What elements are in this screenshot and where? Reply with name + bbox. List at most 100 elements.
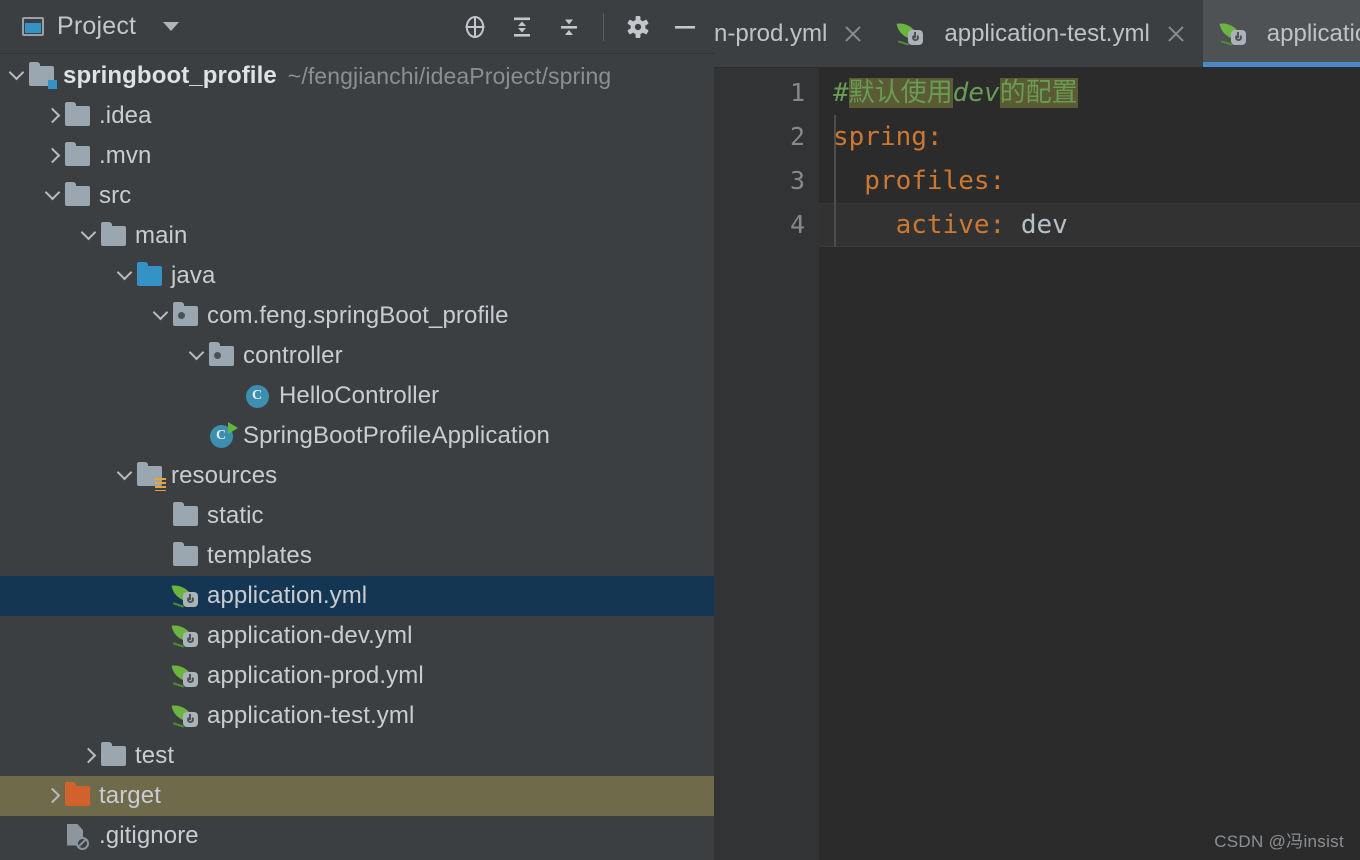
editor-tab-bar[interactable]: n-prod.yml application-test.yml applicatio…	[714, 0, 1360, 68]
excluded-folder-icon	[64, 784, 90, 808]
folder-icon	[64, 144, 90, 168]
spring-yml-file-icon	[897, 22, 923, 46]
tree-row[interactable]: main	[0, 216, 714, 256]
tree-node-label: .idea	[99, 102, 152, 130]
code-line[interactable]: spring:	[833, 115, 943, 159]
spring-yml-file-icon	[172, 624, 198, 648]
chevron-down-icon[interactable]	[42, 185, 64, 207]
tab-close-icon[interactable]	[1166, 24, 1186, 44]
editor-gutter[interactable]: 1234	[714, 68, 819, 860]
chevron-down-icon[interactable]	[6, 65, 28, 87]
tree-row[interactable]: src	[0, 176, 714, 216]
tree-row[interactable]: C SpringBootProfileApplication	[0, 416, 714, 456]
chevron-right-icon[interactable]	[42, 785, 64, 807]
tree-node-label: java	[171, 262, 215, 290]
project-tool-window: Project	[0, 0, 714, 860]
hide-minimize-icon[interactable]	[670, 12, 700, 42]
chevron-right-icon[interactable]	[42, 105, 64, 127]
editor-text-area[interactable]: #默认使用dev的配置 spring: profiles: active: dev	[819, 68, 1360, 860]
tree-row[interactable]: target	[0, 776, 714, 816]
folder-icon	[172, 504, 198, 528]
chevron-down-icon[interactable]	[186, 345, 208, 367]
tree-node-label: application-prod.yml	[207, 662, 424, 690]
source-folder-icon	[136, 264, 162, 288]
tree-row[interactable]: java	[0, 256, 714, 296]
tree-node-label: SpringBootProfileApplication	[243, 422, 550, 450]
project-title-group[interactable]: Project	[22, 12, 179, 41]
tree-spacer	[150, 625, 172, 647]
tree-row[interactable]: application.yml	[0, 576, 714, 616]
tree-row[interactable]: CHelloController	[0, 376, 714, 416]
code-editor[interactable]: 1234 #默认使用dev的配置 spring: profiles: active…	[714, 68, 1360, 860]
chevron-down-icon[interactable]	[163, 22, 179, 31]
tree-node-label: static	[207, 502, 264, 530]
code-line[interactable]: profiles:	[833, 159, 1005, 203]
package-folder-icon	[208, 344, 234, 368]
tree-node-label: resources	[171, 462, 277, 490]
project-path-hint: ~/fengjianchi/ideaProject/spring	[288, 63, 611, 90]
line-number: 2	[790, 115, 805, 159]
tree-row[interactable]: com.feng.springBoot_profile	[0, 296, 714, 336]
code-token: 的配置	[1000, 78, 1078, 108]
code-token: profiles:	[833, 166, 1005, 196]
runnable-class-icon: C	[208, 424, 234, 448]
spring-yml-file-icon	[1220, 22, 1246, 46]
ide-window: Project	[0, 0, 1360, 860]
package-folder-icon	[172, 304, 198, 328]
code-line[interactable]: active: dev	[833, 203, 1068, 247]
code-line[interactable]: #默认使用dev的配置	[833, 71, 1078, 115]
editor-tab-label: application-test.yml	[944, 20, 1149, 48]
tree-row[interactable]: application-dev.yml	[0, 616, 714, 656]
collapse-all-icon[interactable]	[554, 12, 584, 42]
editor-tab[interactable]: n-prod.yml	[714, 0, 880, 67]
tree-spacer	[150, 545, 172, 567]
tree-node-label: .mvn	[99, 142, 151, 170]
code-token: dev	[1005, 210, 1068, 240]
chevron-down-icon[interactable]	[78, 225, 100, 247]
tree-row[interactable]: .idea	[0, 96, 714, 136]
tree-node-label: controller	[243, 342, 343, 370]
chevron-right-icon[interactable]	[78, 745, 100, 767]
tree-node-label: springboot_profile	[63, 62, 277, 90]
project-window-icon	[22, 17, 44, 36]
editor-area: n-prod.yml application-test.yml applicatio…	[714, 0, 1360, 860]
tree-node-label: .gitignore	[99, 822, 199, 850]
tree-row[interactable]: templates	[0, 536, 714, 576]
tree-row[interactable]: application-prod.yml	[0, 656, 714, 696]
chevron-down-icon[interactable]	[114, 465, 136, 487]
select-opened-file-icon[interactable]	[460, 12, 490, 42]
tree-node-label: templates	[207, 542, 312, 570]
tree-node-label: main	[135, 222, 187, 250]
spring-yml-file-icon	[172, 664, 198, 688]
editor-tab[interactable]: application-test.yml	[880, 0, 1202, 67]
tree-row[interactable]: resources	[0, 456, 714, 496]
tree-row[interactable]: static	[0, 496, 714, 536]
tree-node-label: application-dev.yml	[207, 622, 413, 650]
expand-all-icon[interactable]	[507, 12, 537, 42]
resources-folder-icon	[136, 464, 162, 488]
tree-row[interactable]: .mvn	[0, 136, 714, 176]
tree-row[interactable]: test	[0, 736, 714, 776]
project-tree[interactable]: springboot_profile ~/fengjianchi/ideaProj…	[0, 54, 714, 860]
tree-spacer	[150, 505, 172, 527]
tree-spacer	[42, 825, 64, 847]
tree-row[interactable]: .gitignore	[0, 816, 714, 856]
editor-tab[interactable]: application.ym	[1203, 0, 1360, 67]
chevron-right-icon[interactable]	[42, 145, 64, 167]
settings-gear-icon[interactable]	[623, 12, 653, 42]
folder-icon	[172, 544, 198, 568]
code-token: dev	[953, 78, 1000, 108]
tree-spacer	[150, 705, 172, 727]
tree-row[interactable]: application-test.yml	[0, 696, 714, 736]
chevron-down-icon[interactable]	[150, 305, 172, 327]
code-token: spring:	[833, 122, 943, 152]
chevron-down-icon[interactable]	[114, 265, 136, 287]
tree-row[interactable]: controller	[0, 336, 714, 376]
line-number: 3	[790, 159, 805, 203]
tree-node-label: src	[99, 182, 131, 210]
tree-row[interactable]: springboot_profile ~/fengjianchi/ideaProj…	[0, 56, 714, 96]
folder-icon	[64, 104, 90, 128]
tree-node-label: application.yml	[207, 582, 367, 610]
tab-close-icon[interactable]	[843, 24, 863, 44]
java-class-icon: C	[244, 384, 270, 408]
